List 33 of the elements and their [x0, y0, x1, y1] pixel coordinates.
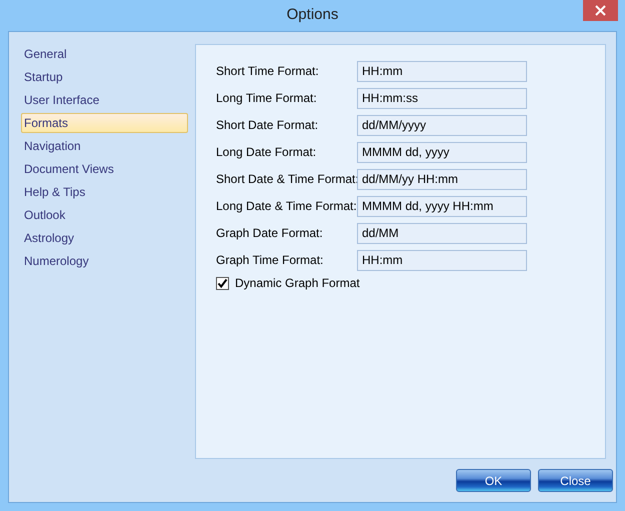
field-label: Graph Date Format: — [216, 225, 324, 242]
input-field[interactable]: dd/MM/yy HH:mm — [357, 168, 527, 190]
field-label: Short Date Format: — [216, 117, 320, 134]
input-field[interactable]: dd/MM — [357, 222, 527, 244]
input-field[interactable]: HH:mm:ss — [357, 88, 527, 108]
input-field[interactable]: HH:mm — [357, 250, 527, 270]
field-label: Long Date Format: — [216, 144, 318, 161]
field-label: Long Date & Time Format: — [216, 198, 357, 215]
sidebar-item[interactable]: General — [21, 44, 188, 64]
sidebar-item[interactable]: Astrology — [21, 228, 188, 248]
field-label: Graph Time Format: — [216, 252, 324, 269]
sidebar-item[interactable]: Formats — [21, 113, 188, 133]
sidebar-item[interactable]: Navigation — [21, 136, 188, 156]
sidebar-item[interactable]: User Interface — [21, 90, 188, 110]
checkbox-label: Dynamic Graph Format — [235, 275, 360, 292]
sidebar-item[interactable]: Document Views — [21, 159, 188, 179]
input-field[interactable]: dd/MM/yyyy — [357, 114, 527, 136]
input-field[interactable]: HH:mm — [357, 60, 527, 82]
window-title: Options — [286, 5, 338, 26]
field-label: Short Time Format: — [216, 63, 320, 80]
checkbox[interactable] — [216, 276, 229, 290]
input-field[interactable]: MMMM dd, yyyy HH:mm — [357, 196, 527, 216]
sidebar-item[interactable]: Outlook — [21, 205, 188, 225]
field-label: Short Date & Time Format: — [216, 171, 357, 188]
close-icon — [595, 5, 606, 16]
sidebar-item[interactable]: Help & Tips — [21, 182, 188, 202]
close-dialog-button[interactable]: Close — [538, 469, 613, 492]
sidebar-item[interactable]: Startup — [21, 67, 188, 87]
ok-button[interactable]: OK — [456, 469, 531, 492]
input-field[interactable]: MMMM dd, yyyy — [357, 142, 527, 162]
sidebar-item[interactable]: Numerology — [21, 251, 188, 271]
close-button[interactable] — [583, 0, 618, 21]
field-label: Long Time Format: — [216, 90, 318, 107]
